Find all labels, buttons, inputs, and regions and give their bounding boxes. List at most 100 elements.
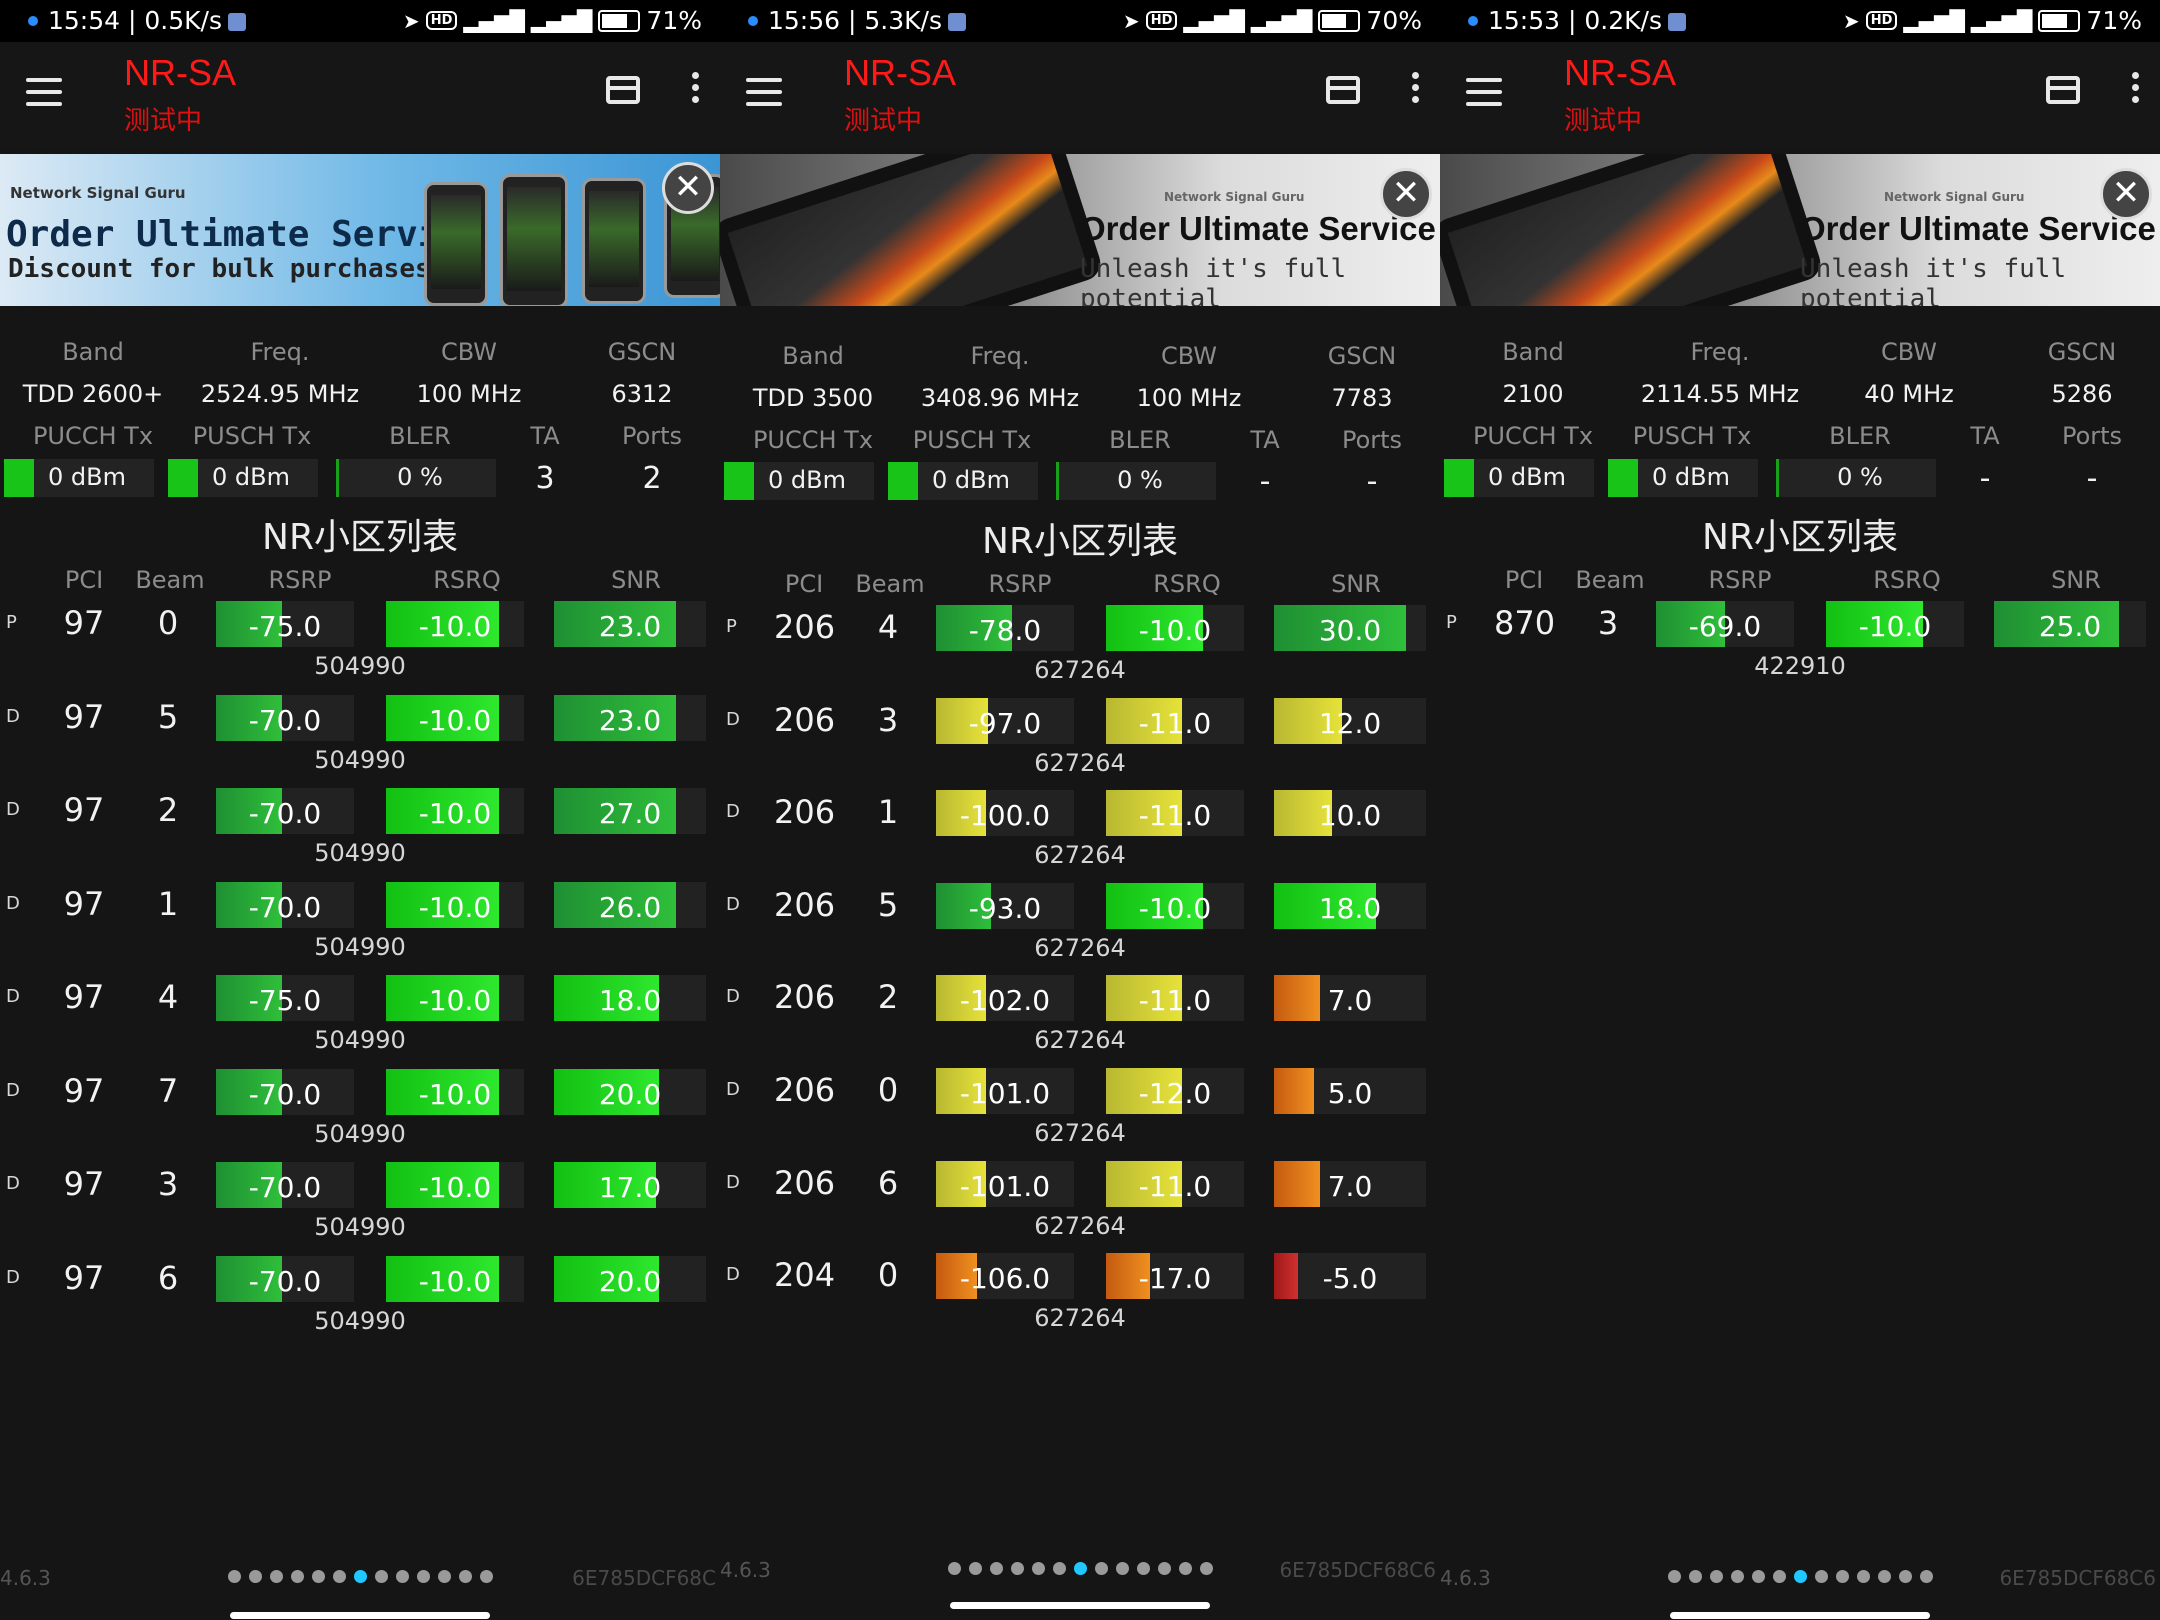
cell-beam: 7 bbox=[157, 1071, 179, 1110]
page-dot[interactable] bbox=[1877, 1570, 1891, 1583]
page-dot[interactable] bbox=[1031, 1562, 1045, 1575]
page-dot[interactable] bbox=[1772, 1570, 1786, 1583]
page-dot[interactable] bbox=[1709, 1570, 1723, 1583]
info-label: Freq. bbox=[250, 338, 310, 366]
page-indicator[interactable] bbox=[720, 1562, 1440, 1575]
page-dot[interactable] bbox=[290, 1570, 304, 1583]
cell-arfcn: 627264 bbox=[1034, 841, 1126, 870]
page-dot[interactable] bbox=[1919, 1570, 1933, 1583]
data-saver-icon bbox=[227, 13, 246, 31]
page-dot[interactable] bbox=[1667, 1570, 1681, 1583]
cell-row[interactable]: D 97 2 -70.0 -10.0 27.0 504990 bbox=[0, 788, 720, 883]
cell-row[interactable]: D 206 0 -101.0 -12.0 5.0 627264 bbox=[720, 1068, 1440, 1163]
page-dot[interactable] bbox=[1898, 1570, 1912, 1583]
page-dot[interactable] bbox=[1115, 1562, 1129, 1575]
ad-phone-image bbox=[720, 154, 1105, 306]
hamburger-menu-icon[interactable] bbox=[26, 78, 62, 106]
card-view-icon[interactable] bbox=[606, 76, 640, 104]
more-options-icon[interactable] bbox=[1412, 72, 1420, 103]
cell-beam: 4 bbox=[877, 608, 899, 646]
rsrp-value: -101.0 bbox=[959, 1169, 1051, 1203]
page-dot[interactable] bbox=[332, 1570, 346, 1583]
page-dot[interactable] bbox=[395, 1570, 409, 1583]
page-dot[interactable] bbox=[968, 1562, 982, 1575]
card-view-icon[interactable] bbox=[1326, 76, 1360, 104]
page-dot[interactable] bbox=[269, 1570, 283, 1583]
snr-value: 23.0 bbox=[598, 610, 662, 643]
ports-value: 2 bbox=[642, 461, 662, 496]
column-header: SNR bbox=[1331, 570, 1381, 598]
page-dot[interactable] bbox=[374, 1570, 388, 1583]
cell-row[interactable]: D 97 6 -70.0 -10.0 20.0 504990 bbox=[0, 1255, 720, 1351]
page-indicator[interactable] bbox=[1440, 1570, 2160, 1583]
page-dot[interactable] bbox=[458, 1570, 472, 1583]
column-header: SNR bbox=[611, 566, 661, 594]
home-gesture-bar[interactable] bbox=[1670, 1612, 1930, 1619]
page-dot[interactable] bbox=[416, 1570, 430, 1583]
page-dot[interactable] bbox=[1793, 1570, 1807, 1583]
ad-phone-image bbox=[500, 174, 568, 306]
cell-row[interactable]: P 870 3 -69.0 -10.0 25.0 422910 bbox=[1440, 601, 2160, 696]
cell-row[interactable]: D 204 0 -106.0 -17.0 -5.0 627264 bbox=[720, 1253, 1440, 1348]
page-dot[interactable] bbox=[479, 1570, 493, 1583]
rsrq-value: -11.0 bbox=[1138, 1169, 1212, 1203]
page-dot[interactable] bbox=[1178, 1562, 1192, 1575]
page-dot[interactable] bbox=[311, 1570, 325, 1583]
page-dot[interactable] bbox=[1814, 1570, 1828, 1583]
signal-5g-icon: ▂▄▆█ bbox=[1903, 8, 1965, 33]
page-dot[interactable] bbox=[1730, 1570, 1744, 1583]
cell-row[interactable]: D 206 6 -101.0 -11.0 7.0 627264 bbox=[720, 1160, 1440, 1256]
signal-5g-icon: ▂▄▆█ bbox=[463, 8, 525, 33]
cell-row[interactable]: P 206 4 -78.0 -10.0 30.0 627264 bbox=[720, 605, 1440, 700]
cell-row[interactable]: D 97 7 -70.0 -10.0 20.0 504990 bbox=[0, 1068, 720, 1164]
page-dot[interactable] bbox=[353, 1570, 367, 1583]
ad-close-icon[interactable]: ✕ bbox=[1380, 168, 1432, 220]
page-dot[interactable] bbox=[1856, 1570, 1870, 1583]
cell-arfcn: 504990 bbox=[314, 1119, 406, 1148]
info-label: GSCN bbox=[1327, 342, 1397, 370]
cell-row[interactable]: D 97 1 -70.0 -10.0 26.0 504990 bbox=[0, 881, 720, 977]
ad-banner[interactable]: Network Signal Guru Order Ultimate Servic… bbox=[720, 154, 1440, 306]
page-dot[interactable] bbox=[1199, 1562, 1213, 1575]
hamburger-menu-icon[interactable] bbox=[1466, 78, 1502, 106]
screen-panel: 15:56 | 5.3K/s ➤ HD ▂▄▆█ ▂▄▆█ 70% NR-SA 测试中 Netw… bbox=[720, 0, 1440, 1620]
page-dot[interactable] bbox=[248, 1570, 262, 1583]
home-gesture-bar[interactable] bbox=[950, 1602, 1210, 1609]
page-dot[interactable] bbox=[227, 1570, 241, 1583]
ad-phone-screen bbox=[727, 154, 1088, 306]
menu-line bbox=[26, 90, 62, 94]
ad-close-icon[interactable]: ✕ bbox=[662, 162, 714, 214]
page-dot[interactable] bbox=[1688, 1570, 1702, 1583]
ad-banner[interactable]: Network Signal Guru Order Ultimate Servic… bbox=[0, 154, 720, 306]
cell-row[interactable]: D 206 5 -93.0 -10.0 18.0 627264 bbox=[720, 882, 1440, 978]
page-dot[interactable] bbox=[437, 1570, 451, 1583]
page-dot[interactable] bbox=[989, 1562, 1003, 1575]
cell-row[interactable]: D 206 2 -102.0 -11.0 7.0 627264 bbox=[720, 975, 1440, 1070]
cell-row[interactable]: D 97 5 -70.0 -10.0 23.0 504990 bbox=[0, 694, 720, 790]
page-dot[interactable] bbox=[1073, 1562, 1087, 1575]
card-view-icon[interactable] bbox=[2046, 76, 2080, 104]
page-dot[interactable] bbox=[1751, 1570, 1765, 1583]
ad-banner[interactable]: Network Signal Guru Order Ultimate Servic… bbox=[1440, 154, 2160, 306]
cell-row[interactable]: D 97 3 -70.0 -10.0 17.0 504990 bbox=[0, 1162, 720, 1257]
page-indicator[interactable] bbox=[0, 1570, 720, 1583]
cell-row[interactable]: D 206 1 -100.0 -11.0 10.0 627264 bbox=[720, 790, 1440, 885]
page-dot[interactable] bbox=[1094, 1562, 1108, 1575]
page-dot[interactable] bbox=[1136, 1562, 1150, 1575]
hamburger-menu-icon[interactable] bbox=[746, 78, 782, 106]
cell-row[interactable]: P 97 0 -75.0 -10.0 23.0 504990 bbox=[0, 601, 720, 696]
cell-row[interactable]: D 206 3 -97.0 -11.0 12.0 627264 bbox=[720, 697, 1440, 793]
more-options-icon[interactable] bbox=[692, 72, 700, 103]
page-dot[interactable] bbox=[1052, 1562, 1066, 1575]
battery-level-fill bbox=[602, 13, 627, 28]
home-gesture-bar[interactable] bbox=[230, 1612, 490, 1619]
page-dot[interactable] bbox=[1010, 1562, 1024, 1575]
ad-close-icon[interactable]: ✕ bbox=[2100, 168, 2152, 220]
menu-line bbox=[26, 102, 62, 106]
more-options-icon[interactable] bbox=[2132, 72, 2140, 103]
page-dot[interactable] bbox=[1835, 1570, 1849, 1583]
page-dot[interactable] bbox=[1157, 1562, 1171, 1575]
cell-beam: 5 bbox=[877, 885, 899, 924]
cell-row[interactable]: D 97 4 -75.0 -10.0 18.0 504990 bbox=[0, 975, 720, 1070]
page-dot[interactable] bbox=[947, 1562, 961, 1575]
